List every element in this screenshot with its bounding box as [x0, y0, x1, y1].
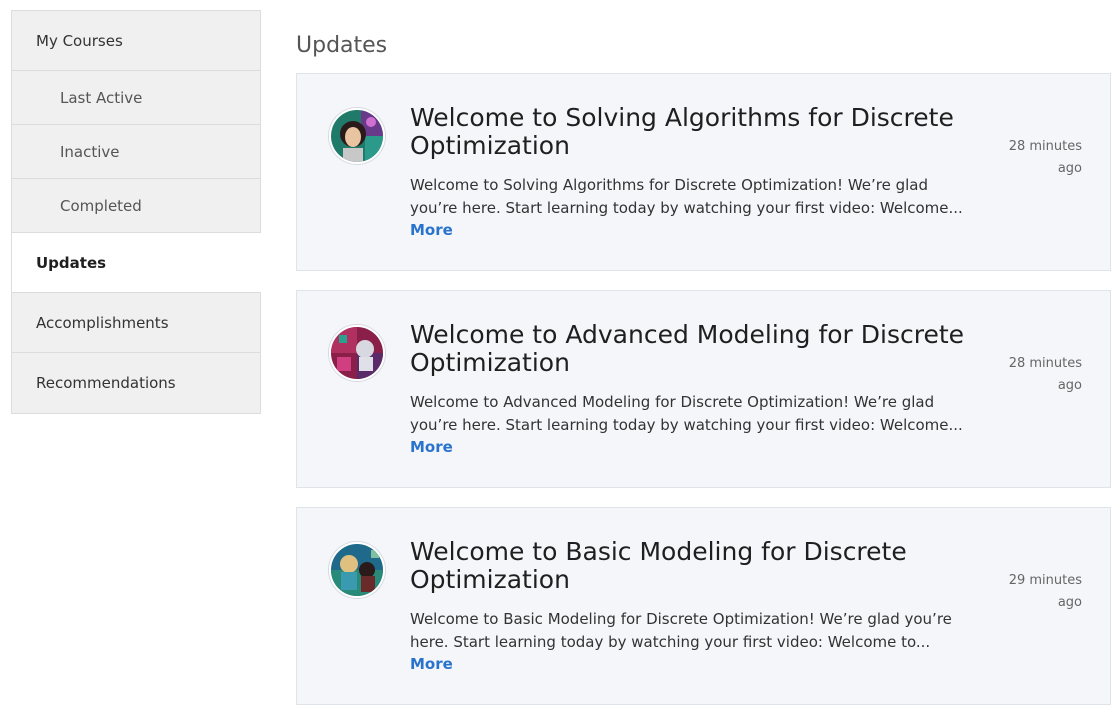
update-title[interactable]: Welcome to Solving Algorithms for Discre…: [410, 104, 970, 160]
more-link[interactable]: More: [410, 438, 453, 456]
sidebar-item-label: My Courses: [36, 31, 123, 50]
timestamp-line: ago: [1057, 161, 1082, 176]
update-body-text: Welcome to Basic Modeling for Discrete O…: [410, 610, 952, 651]
sidebar-item-accomplishments[interactable]: Accomplishments: [12, 293, 260, 353]
update-timestamp: 28 minutes ago: [992, 353, 1082, 397]
update-title[interactable]: Welcome to Basic Modeling for Discrete O…: [410, 538, 970, 594]
timestamp-line: ago: [1057, 378, 1082, 393]
course-avatar-image[interactable]: [329, 542, 385, 598]
sidebar-item-label: Inactive: [60, 142, 120, 161]
update-body: Welcome to Basic Modeling for Discrete O…: [410, 608, 970, 676]
course-avatar-illustration: [331, 110, 383, 162]
sidebar-item-last-active[interactable]: Last Active: [12, 71, 260, 125]
update-card: Welcome to Advanced Modeling for Discret…: [296, 290, 1111, 488]
timestamp-line: 28 minutes: [1008, 356, 1082, 371]
sidebar-item-completed[interactable]: Completed: [12, 179, 260, 233]
course-avatar-image[interactable]: [329, 325, 385, 381]
update-body-text: Welcome to Advanced Modeling for Discret…: [410, 393, 963, 434]
update-body: Welcome to Solving Algorithms for Discre…: [410, 174, 970, 242]
sidebar-item-label: Recommendations: [36, 374, 176, 392]
sidebar-item-label: Accomplishments: [36, 313, 169, 332]
update-body-text: Welcome to Solving Algorithms for Discre…: [410, 176, 963, 217]
sidebar-item-label: Completed: [60, 196, 142, 215]
timestamp-line: 28 minutes: [1008, 139, 1082, 154]
sidebar-item-label: Last Active: [60, 88, 143, 107]
update-card: Welcome to Basic Modeling for Discrete O…: [296, 507, 1111, 705]
sidebar-item-my-courses[interactable]: My Courses: [12, 11, 260, 71]
course-avatar-illustration: [331, 327, 383, 379]
course-avatar-image[interactable]: [329, 108, 385, 164]
update-card: Welcome to Solving Algorithms for Discre…: [296, 73, 1111, 271]
course-avatar-illustration: [331, 544, 383, 596]
update-timestamp: 29 minutes ago: [992, 570, 1082, 614]
sidebar-item-recommendations[interactable]: Recommendations: [12, 353, 260, 413]
sidebar-item-label: Updates: [36, 253, 107, 272]
page-title: Updates: [296, 33, 388, 58]
sidebar-item-inactive[interactable]: Inactive: [12, 125, 260, 179]
timestamp-line: ago: [1057, 595, 1082, 610]
timestamp-line: 29 minutes: [1008, 573, 1082, 588]
update-body: Welcome to Advanced Modeling for Discret…: [410, 391, 970, 459]
sidebar-item-updates[interactable]: Updates: [12, 233, 261, 293]
update-title[interactable]: Welcome to Advanced Modeling for Discret…: [410, 321, 970, 377]
more-link[interactable]: More: [410, 221, 453, 239]
more-link[interactable]: More: [410, 655, 453, 673]
update-timestamp: 28 minutes ago: [992, 136, 1082, 180]
sidebar: My Courses Last Active Inactive Complete…: [11, 10, 261, 414]
